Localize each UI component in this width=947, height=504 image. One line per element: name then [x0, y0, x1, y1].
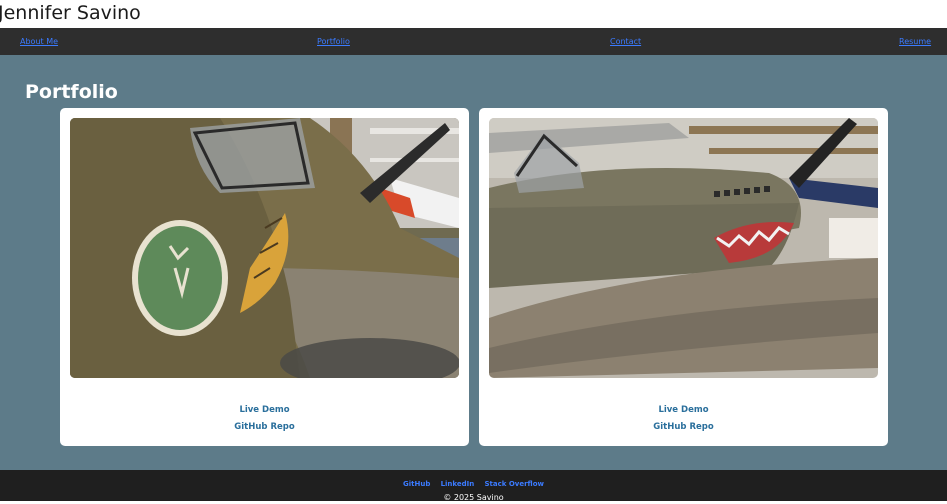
site-header: Jennifer Savino: [0, 0, 947, 28]
portfolio-heading: Portfolio: [25, 81, 118, 103]
project-card: Live Demo GitHub Repo: [60, 108, 469, 446]
live-demo-link[interactable]: Live Demo: [479, 405, 888, 415]
footer-link-linkedin[interactable]: LinkedIn: [441, 480, 475, 488]
github-repo-link[interactable]: GitHub Repo: [60, 422, 469, 432]
site-footer: GitHub LinkedIn Stack Overflow © 2025 Sa…: [0, 470, 947, 504]
sharkmouth-warplane-photo: [489, 118, 878, 378]
nav-link-about[interactable]: About Me: [20, 37, 58, 46]
live-demo-link[interactable]: Live Demo: [60, 405, 469, 415]
warplane-nose-art-photo: [70, 118, 459, 378]
footer-link-github[interactable]: GitHub: [403, 480, 430, 488]
project-card: Live Demo GitHub Repo: [479, 108, 888, 446]
footer-links: GitHub LinkedIn Stack Overflow: [0, 480, 947, 488]
site-title: Jennifer Savino: [0, 2, 141, 24]
main-nav: About Me Portfolio Contact Resume: [0, 28, 947, 55]
nav-link-portfolio[interactable]: Portfolio: [317, 37, 350, 46]
nav-link-contact[interactable]: Contact: [610, 37, 641, 46]
github-repo-link[interactable]: GitHub Repo: [479, 422, 888, 432]
nav-link-resume[interactable]: Resume: [899, 37, 931, 46]
footer-link-stack-overflow[interactable]: Stack Overflow: [484, 480, 544, 488]
